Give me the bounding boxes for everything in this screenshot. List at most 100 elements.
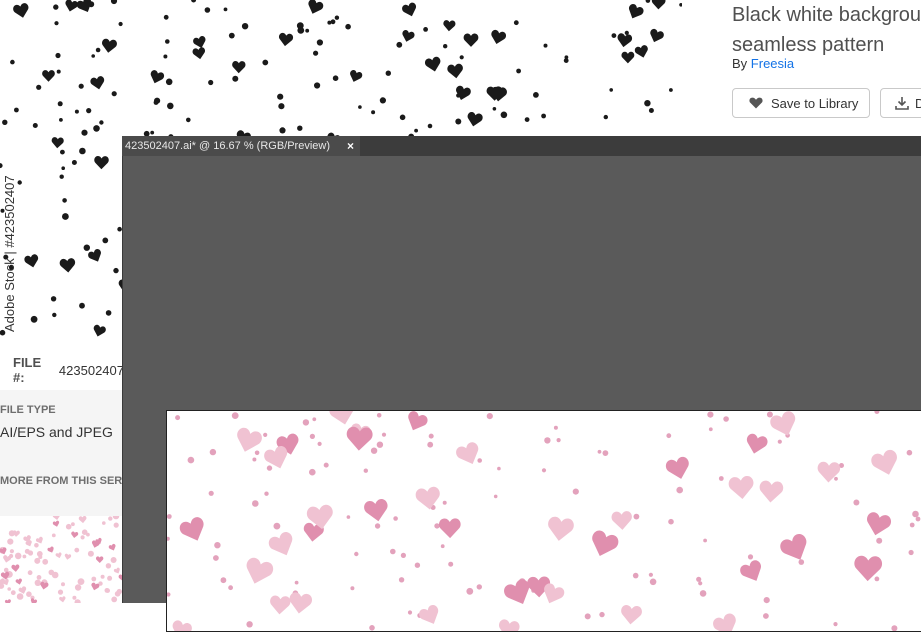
- artboard-dot: [874, 411, 880, 414]
- thumb-dot: [74, 599, 81, 603]
- artboard-dot: [649, 578, 657, 586]
- artboard-heart: [871, 449, 897, 475]
- close-icon[interactable]: ×: [347, 139, 354, 153]
- pattern-dot: [78, 83, 84, 89]
- pattern-dot: [163, 14, 169, 20]
- artboard-dot: [346, 515, 351, 519]
- artboard-dot: [541, 468, 547, 473]
- download-button[interactable]: D: [880, 88, 921, 118]
- pattern-heart: [93, 324, 106, 337]
- asset-title: Black white backgrour seamless pattern: [732, 0, 921, 60]
- series-thumbnail[interactable]: [0, 516, 124, 603]
- pattern-dot: [423, 27, 428, 32]
- artboard-dot: [214, 542, 221, 549]
- artboard-dot: [696, 576, 702, 582]
- save-to-library-label: Save to Library: [771, 95, 859, 111]
- thumb-dot: [61, 582, 65, 587]
- artboard-dot: [393, 516, 398, 521]
- artboard-heart: [611, 511, 632, 530]
- heart-icon: [749, 97, 763, 109]
- pattern-dot: [459, 55, 464, 60]
- pattern-dot: [332, 75, 339, 81]
- artboard-dot: [400, 552, 406, 558]
- thumb-dot: [105, 563, 112, 569]
- artboard-dot: [254, 450, 260, 456]
- artboard-dot: [231, 412, 239, 419]
- artboard-dot: [376, 413, 382, 418]
- artboard-dot: [273, 522, 281, 530]
- pattern-dot: [79, 147, 86, 155]
- artboard-dot: [414, 562, 421, 568]
- artboard-dot: [376, 441, 384, 448]
- artboard-dot: [553, 425, 558, 430]
- pattern-heart: [617, 33, 633, 48]
- pattern-dot: [118, 21, 123, 27]
- artboard-dot: [909, 522, 915, 528]
- thumb-heart: [11, 564, 20, 572]
- pattern-dot: [50, 296, 57, 302]
- pattern-dot: [153, 100, 159, 105]
- pattern-dot: [563, 58, 569, 63]
- pattern-dot: [500, 111, 508, 119]
- artboard-heart: [270, 595, 291, 615]
- series-thumbnail-pattern: [0, 516, 124, 603]
- pattern-dot: [396, 41, 403, 48]
- artboard-dot: [440, 544, 445, 549]
- artboard-dot: [912, 510, 919, 518]
- pattern-heart: [94, 156, 109, 170]
- artboard-dot: [434, 523, 440, 529]
- artboard-dot: [493, 494, 498, 499]
- pattern-dot: [93, 125, 100, 132]
- pattern-dot: [2, 119, 8, 126]
- artboard-dot: [208, 490, 214, 496]
- pattern-dot: [241, 23, 249, 30]
- thumb-heart: [64, 553, 72, 560]
- pattern-dot: [609, 88, 613, 92]
- pattern-dot: [399, 114, 406, 121]
- thumb-dot: [71, 522, 75, 527]
- pattern-dot: [163, 54, 168, 59]
- artboard-dot: [466, 587, 474, 595]
- pattern-heart: [443, 20, 456, 32]
- artboard-dot: [874, 576, 880, 582]
- artboard-dot: [699, 590, 707, 597]
- illustrator-window: 423502407.ai* @ 16.67 % (RGB/Preview) ×: [122, 136, 921, 632]
- artboard-dot: [323, 462, 329, 468]
- canvas-area[interactable]: [122, 156, 921, 632]
- pattern-dot: [83, 244, 91, 251]
- pattern-dot: [316, 39, 323, 46]
- pattern-dot: [427, 123, 433, 129]
- document-tab[interactable]: 423502407.ai* @ 16.67 % (RGB/Preview) ×: [122, 136, 360, 156]
- pattern-dot: [455, 118, 462, 125]
- pattern-dot: [55, 52, 61, 59]
- thumb-dot: [7, 538, 14, 545]
- thumb-heart: [4, 599, 11, 603]
- artboard[interactable]: [166, 410, 921, 632]
- file-number-value: 423502407: [58, 362, 124, 378]
- artboard-heart: [439, 518, 461, 539]
- artboard-dot: [167, 514, 172, 519]
- pattern-dot: [204, 7, 211, 13]
- thumb-dot: [107, 575, 113, 581]
- artboard-dot: [876, 537, 883, 544]
- save-to-library-button[interactable]: Save to Library: [732, 88, 870, 118]
- thumb-dot: [27, 550, 34, 556]
- pattern-dot: [62, 198, 67, 203]
- byline: By Freesia: [732, 56, 794, 71]
- artboard-dot: [707, 411, 714, 418]
- artboard-dot: [584, 613, 591, 620]
- watermark: Adobe Stock | #423502407: [2, 175, 17, 332]
- thumb-heart: [95, 556, 104, 564]
- pattern-dot: [102, 237, 109, 244]
- artboard-dot: [477, 458, 483, 463]
- asset-title-line1: Black white backgrour: [732, 4, 921, 26]
- pattern-dot: [379, 97, 386, 104]
- pattern-dot: [330, 19, 336, 25]
- pattern-heart: [102, 38, 117, 53]
- pattern-heart: [621, 51, 635, 64]
- author-link[interactable]: Freesia: [751, 56, 794, 71]
- thumb-heart: [78, 516, 87, 524]
- pattern-dot: [358, 105, 362, 109]
- pattern-dot: [305, 28, 310, 33]
- artboard-dot: [703, 538, 707, 543]
